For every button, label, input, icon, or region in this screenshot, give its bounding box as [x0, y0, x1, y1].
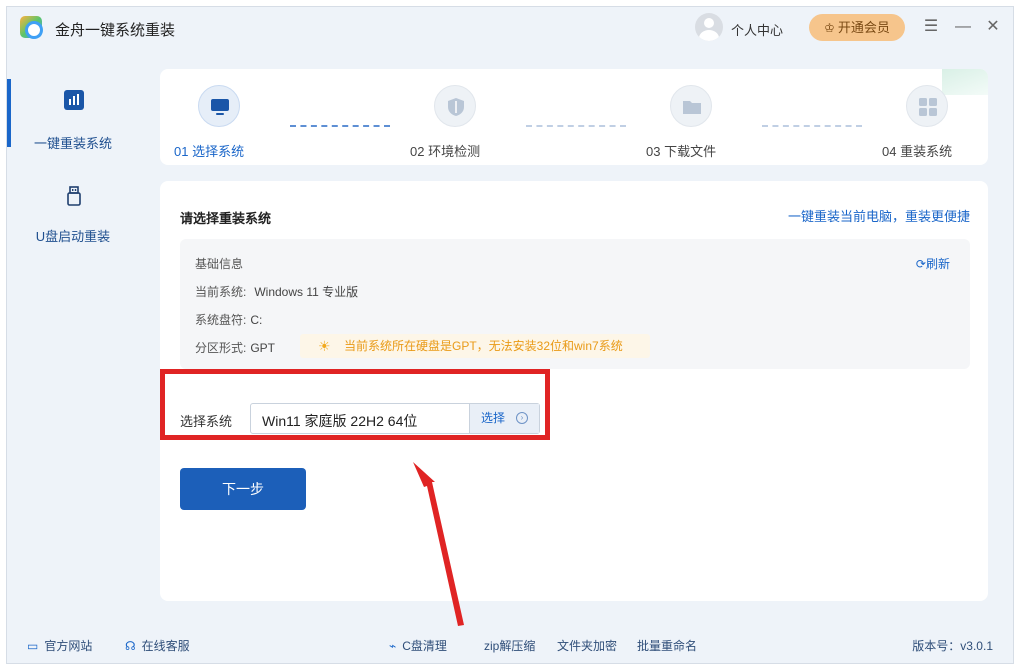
- minimize-icon[interactable]: —: [952, 16, 974, 38]
- online-support-link[interactable]: ☊ 在线客服: [125, 637, 190, 654]
- step-connector: [762, 125, 862, 127]
- usb-drive-icon: [67, 186, 81, 206]
- shield-icon: [448, 98, 464, 116]
- info-row-partition: 分区形式: GPT: [195, 339, 275, 356]
- version-label: 版本号：v3.0.1: [912, 639, 993, 653]
- official-site-link[interactable]: ▭ 官方网站: [27, 637, 92, 654]
- zip-tool-link[interactable]: zip解压缩: [484, 637, 535, 654]
- step-connector: [526, 125, 626, 127]
- info-title: 基础信息: [195, 257, 244, 271]
- batch-rename-link[interactable]: 批量重命名: [637, 637, 697, 654]
- footer-tool-label: C盘清理: [402, 639, 447, 653]
- app-window: 金舟一键系统重装 个人中心 ♔ 开通会员 ☰ — ✕ 一键重装系统 U盘启动重装…: [6, 6, 1014, 664]
- info-label: 当前系统:: [195, 285, 247, 299]
- vip-button-label: 开通会员: [837, 20, 890, 35]
- info-label: 分区形式:: [195, 341, 247, 355]
- chart-bars-icon: [64, 90, 84, 110]
- close-icon[interactable]: ✕: [982, 16, 1004, 38]
- title-bar: 金舟一键系统重装 个人中心 ♔ 开通会员 ☰ — ✕: [7, 7, 1013, 49]
- sidebar-item-usb-reinstall[interactable]: U盘启动重装: [7, 141, 139, 244]
- info-value: GPT: [250, 341, 276, 355]
- step-label: 03 下载文件: [646, 144, 717, 159]
- monitor-icon: [211, 99, 229, 115]
- section-title: 请选择重装系统: [180, 211, 272, 226]
- sidebar-item-one-click-reinstall[interactable]: 一键重装系统: [7, 49, 139, 151]
- sidebar: 一键重装系统 U盘启动重装: [7, 49, 139, 619]
- step-connector: [290, 125, 390, 127]
- decoration: [942, 69, 988, 95]
- app-title: 金舟一键系统重装: [55, 22, 176, 39]
- basic-info-box: 基础信息 ⟳刷新 当前系统: Windows 11 专业版 系统盘符: C: 分区形…: [180, 239, 970, 369]
- annotation-highlight-box: [160, 369, 550, 440]
- crown-icon: ♔: [824, 21, 835, 35]
- step-label: 04 重装系统: [882, 144, 953, 159]
- step-circle: [198, 85, 240, 127]
- app-logo-icon: [20, 16, 43, 39]
- footer-link-label: 官方网站: [44, 639, 93, 653]
- info-row-current-system: 当前系统: Windows 11 专业版: [195, 283, 358, 300]
- step-circle: [670, 85, 712, 127]
- step-circle: [434, 85, 476, 127]
- warning-text: 当前系统所在硬盘是GPT，无法安装32位和win7系统: [344, 339, 623, 353]
- footer: ▭ 官方网站 ☊ 在线客服 ⌁ C盘清理 zip解压缩 文件夹加密 批量重命名 版本号…: [7, 627, 1013, 663]
- vip-button[interactable]: ♔ 开通会员: [809, 14, 905, 41]
- step-label: 02 环境检测: [410, 144, 481, 159]
- sidebar-item-label: U盘启动重装: [35, 229, 111, 244]
- info-value: C:: [250, 313, 263, 327]
- steps-panel: 01 选择系统 02 环境检测 03 下载文件 04 重装系统: [160, 69, 988, 165]
- user-center-link[interactable]: 个人中心: [731, 20, 783, 39]
- gpt-warning: ☀ 当前系统所在硬盘是GPT，无法安装32位和win7系统: [300, 334, 650, 358]
- step-label: 01 选择系统: [174, 144, 245, 159]
- folder-icon: [683, 101, 701, 114]
- refresh-button[interactable]: ⟳刷新: [916, 255, 950, 272]
- avatar[interactable]: [695, 13, 723, 41]
- one-click-reinstall-link[interactable]: 一键重装当前电脑，重装更便捷: [788, 206, 970, 225]
- lightbulb-icon: ☀: [318, 338, 331, 354]
- monitor-icon: ▭: [27, 639, 39, 653]
- c-drive-clean-link[interactable]: ⌁ C盘清理: [389, 637, 447, 654]
- info-label: 系统盘符:: [195, 313, 247, 327]
- menu-icon[interactable]: ☰: [920, 16, 942, 38]
- broom-icon: ⌁: [389, 639, 397, 653]
- headset-icon: ☊: [125, 639, 136, 653]
- windows-icon: [919, 98, 937, 116]
- footer-link-label: 在线客服: [141, 639, 190, 653]
- step-circle: [906, 85, 948, 127]
- info-value: Windows 11 专业版: [254, 285, 359, 299]
- refresh-icon: ⟳: [915, 257, 926, 271]
- info-row-system-drive: 系统盘符: C:: [195, 311, 262, 328]
- folder-encrypt-link[interactable]: 文件夹加密: [557, 637, 617, 654]
- next-step-button[interactable]: 下一步: [180, 468, 306, 510]
- refresh-label: 刷新: [925, 257, 950, 271]
